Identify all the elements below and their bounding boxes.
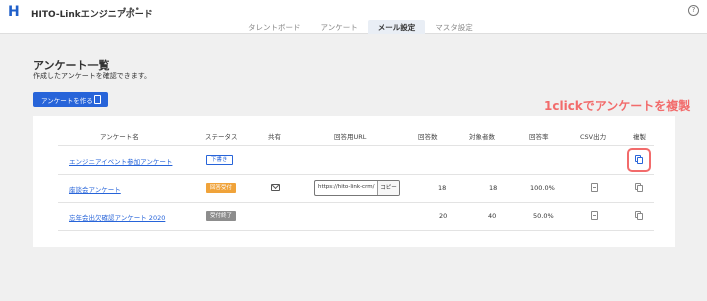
create-survey-button[interactable]: アンケートを作る (33, 92, 108, 107)
help-icon[interactable]: ? (688, 5, 699, 16)
more-menu-icon[interactable]: ••• (122, 5, 141, 15)
status-badge-open: 回答受付 (206, 183, 237, 193)
page-subtitle: 作成したアンケートを確認できます。 (33, 72, 152, 80)
col-header-answers: 回答数 (418, 133, 438, 141)
survey-name-link[interactable]: エンジニアイベント参加アンケート (69, 156, 172, 166)
survey-name-link[interactable]: 座談会アンケート (69, 184, 121, 194)
csv-download-icon[interactable] (591, 183, 598, 192)
main-tabs: タレントボード アンケート メール設定 マスタ設定 (238, 20, 483, 34)
col-header-targets: 対象者数 (469, 133, 495, 141)
answer-url-field[interactable]: https://hito-link-crm/ コピー (314, 180, 400, 196)
duplicate-icon[interactable] (635, 211, 644, 221)
app-logo[interactable]: H (8, 4, 20, 20)
survey-name-link[interactable]: 忘年会出欠確認アンケート 2020 (69, 212, 165, 222)
status-badge-closed: 受付終了 (206, 211, 237, 221)
answer-url-text: https://hito-link-crm/ (318, 184, 375, 190)
col-header-csv: CSV出力 (580, 133, 607, 141)
top-bar: H HITO-Linkエンジニアボード ••• ? タレントボード アンケート … (0, 0, 707, 34)
document-icon (94, 95, 101, 104)
mail-icon[interactable] (271, 184, 280, 191)
csv-download-icon[interactable] (591, 211, 598, 220)
copy-url-button[interactable]: コピー (377, 181, 399, 195)
col-header-status: ステータス (205, 133, 238, 141)
table-divider (58, 145, 654, 146)
duplicate-icon[interactable] (635, 183, 644, 193)
table-divider (58, 174, 654, 175)
col-header-name: アンケート名 (100, 133, 139, 141)
table-divider (58, 202, 654, 203)
answer-count: 18 (438, 184, 447, 192)
annotation-text: 1clickでアンケートを複製 (544, 99, 691, 113)
col-header-rate: 回答率 (529, 133, 549, 141)
tab-survey[interactable]: アンケート (311, 20, 368, 34)
target-count: 18 (489, 184, 498, 192)
table-divider (58, 230, 654, 231)
status-badge-draft: 下書き (206, 155, 233, 165)
answer-rate: 100.0% (530, 184, 555, 192)
col-header-url: 回答用URL (334, 133, 367, 141)
answer-rate: 50.0% (533, 212, 554, 220)
tab-master-settings[interactable]: マスタ設定 (425, 20, 483, 34)
answer-count: 20 (439, 212, 448, 220)
tab-mail-settings[interactable]: メール設定 (367, 20, 426, 34)
duplicate-icon[interactable] (635, 155, 644, 165)
target-count: 40 (488, 212, 497, 220)
create-survey-label: アンケートを作る (41, 96, 93, 105)
col-header-share: 共有 (268, 133, 281, 141)
col-header-duplicate: 複製 (633, 133, 646, 141)
tab-talent-board[interactable]: タレントボード (238, 20, 311, 34)
